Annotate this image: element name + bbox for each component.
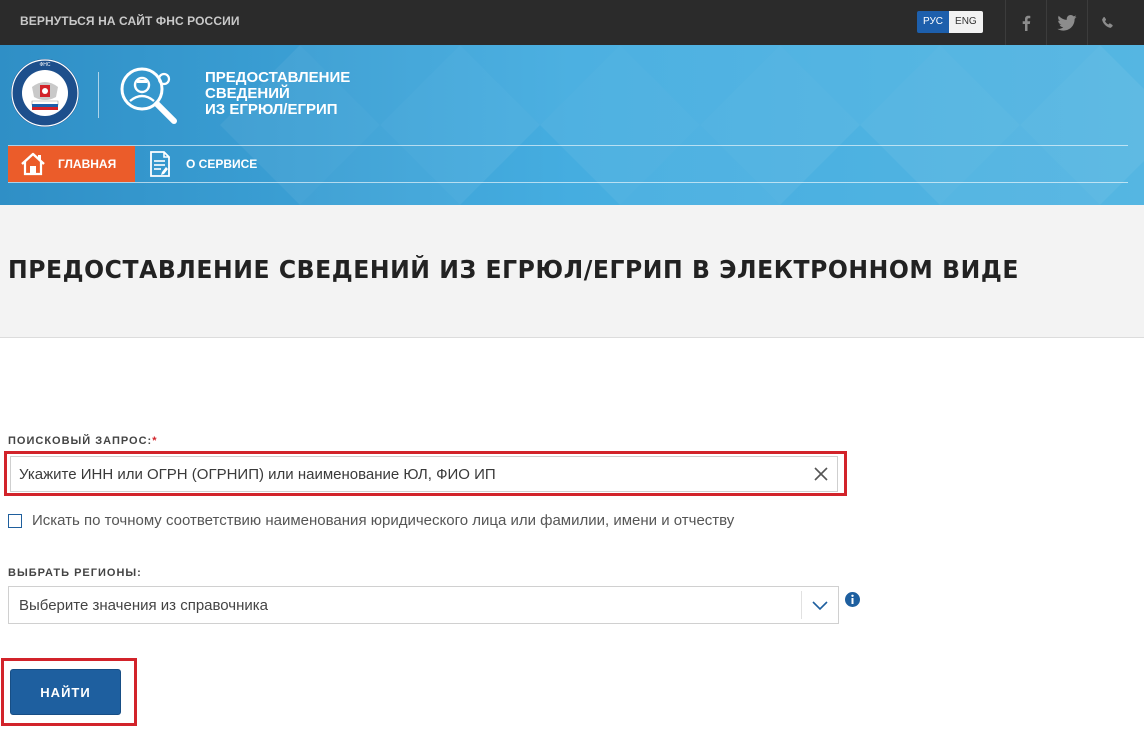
chevron-down-icon <box>812 601 828 611</box>
nav-item-home[interactable]: ГЛАВНАЯ <box>8 146 135 182</box>
regions-select[interactable]: Выберите значения из справочника <box>8 586 839 624</box>
service-title: ПРЕДОСТАВЛЕНИЕ СВЕДЕНИЙ ИЗ ЕГРЮЛ/ЕГРИП <box>205 69 351 118</box>
search-input[interactable] <box>11 457 801 491</box>
nav-item-about[interactable]: О СЕРВИСЕ <box>148 146 257 182</box>
language-switcher: РУС ENG <box>917 11 983 33</box>
nav-home-label: ГЛАВНАЯ <box>58 157 117 171</box>
regions-label: ВЫБРАТЬ РЕГИОНЫ: <box>8 567 142 579</box>
page-title-bar: ПРЕДОСТАВЛЕНИЕ СВЕДЕНИЙ ИЗ ЕГРЮЛ/ЕГРИП В… <box>0 205 1144 338</box>
exact-match-option: Искать по точному соответствию наименова… <box>8 512 734 529</box>
select-divider <box>801 591 802 619</box>
logo-divider <box>98 72 99 118</box>
exact-match-checkbox[interactable] <box>8 513 22 528</box>
facebook-link[interactable] <box>1005 0 1045 45</box>
phone-icon <box>1102 16 1113 28</box>
home-icon <box>21 152 45 176</box>
search-query-label: ПОИСКОВЫЙ ЗАПРОС:* <box>8 435 158 447</box>
main-nav: ГЛАВНАЯ О СЕРВИСЕ <box>8 145 1128 183</box>
site-header: ФНС ПРЕДОСТАВЛЕНИЕ СВЕДЕНИЙ ИЗ ЕГРЮЛ/ЕГР… <box>0 45 1144 205</box>
search-submit-button[interactable]: НАЙТИ <box>10 669 121 715</box>
clear-icon[interactable] <box>813 466 829 482</box>
twitter-icon <box>1056 14 1077 31</box>
search-field <box>10 456 838 492</box>
top-bar: ВЕРНУТЬСЯ НА САЙТ ФНС РОССИИ РУС ENG <box>0 0 1144 45</box>
exact-match-label: Искать по точному соответствию наименова… <box>32 512 735 529</box>
fns-emblem-logo[interactable]: ФНС <box>10 57 80 129</box>
facebook-icon <box>1022 15 1030 31</box>
phone-link[interactable] <box>1087 0 1127 45</box>
page-title: ПРЕДОСТАВЛЕНИЕ СВЕДЕНИЙ ИЗ ЕГРЮЛ/ЕГРИП В… <box>8 255 1019 284</box>
lang-en-button[interactable]: ENG <box>949 11 983 33</box>
svg-text:ФНС: ФНС <box>39 62 50 68</box>
info-icon[interactable] <box>845 592 860 607</box>
nav-about-label: О СЕРВИСЕ <box>186 157 258 171</box>
twitter-link[interactable] <box>1046 0 1086 45</box>
lang-ru-button[interactable]: РУС <box>917 11 950 33</box>
document-icon <box>150 151 170 177</box>
service-search-icon <box>120 67 177 124</box>
back-to-fns-link[interactable]: ВЕРНУТЬСЯ НА САЙТ ФНС РОССИИ <box>20 14 240 28</box>
required-asterisk: * <box>152 435 158 447</box>
regions-select-value: Выберите значения из справочника <box>19 597 269 614</box>
